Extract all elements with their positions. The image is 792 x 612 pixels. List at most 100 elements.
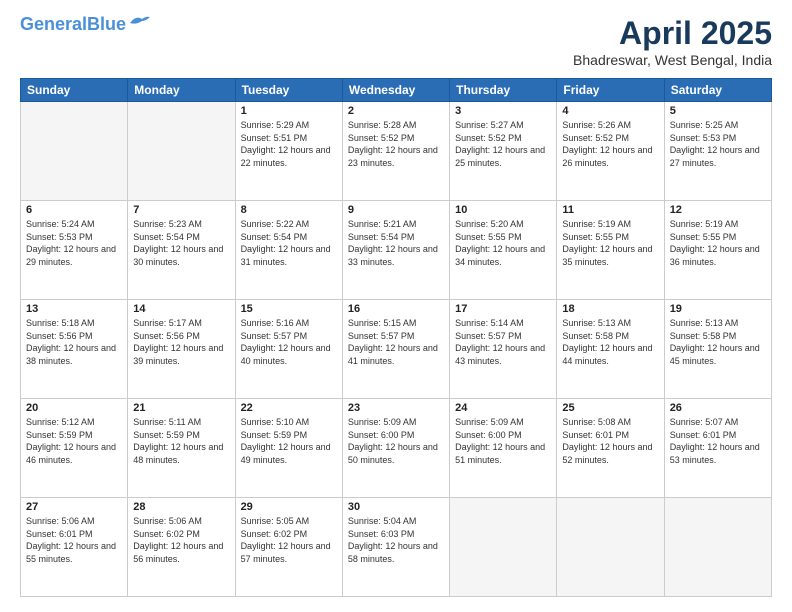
day-number: 19: [670, 303, 766, 315]
calendar-cell: 18 Sunrise: 5:13 AMSunset: 5:58 PMDayligh…: [557, 300, 664, 399]
calendar-cell: 12 Sunrise: 5:19 AMSunset: 5:55 PMDayligh…: [664, 201, 771, 300]
calendar-cell: 8 Sunrise: 5:22 AMSunset: 5:54 PMDaylight…: [235, 201, 342, 300]
cell-info: Sunrise: 5:10 AMSunset: 5:59 PMDaylight:…: [241, 416, 337, 466]
day-number: 13: [26, 303, 122, 315]
day-number: 4: [562, 105, 658, 117]
day-number: 22: [241, 402, 337, 414]
cell-info: Sunrise: 5:22 AMSunset: 5:54 PMDaylight:…: [241, 218, 337, 268]
calendar-cell: 30 Sunrise: 5:04 AMSunset: 6:03 PMDayligh…: [342, 498, 449, 597]
logo: GeneralBlue: [20, 15, 150, 35]
calendar-cell: 3Sunrise: 5:27 AMSunset: 5:52 PMDaylight…: [450, 102, 557, 201]
cell-info: Sunrise: 5:08 AMSunset: 6:01 PMDaylight:…: [562, 416, 658, 466]
day-header-saturday: Saturday: [664, 79, 771, 102]
calendar-cell: 26Sunrise: 5:07 AMSunset: 6:01 PMDayligh…: [664, 399, 771, 498]
day-header-wednesday: Wednesday: [342, 79, 449, 102]
calendar-cell: 15 Sunrise: 5:16 AMSunset: 5:57 PMDayligh…: [235, 300, 342, 399]
cell-info: Sunrise: 5:13 AMSunset: 5:58 PMDaylight:…: [670, 317, 766, 367]
day-number: 15: [241, 303, 337, 315]
day-number: 7: [133, 204, 229, 216]
day-number: 26: [670, 402, 766, 414]
cell-info: Sunrise: 5:09 AMSunset: 6:00 PMDaylight:…: [455, 416, 551, 466]
cell-info: Sunrise: 5:23 AMSunset: 5:54 PMDaylight:…: [133, 218, 229, 268]
day-number: 6: [26, 204, 122, 216]
cell-info: Sunrise: 5:11 AMSunset: 5:59 PMDaylight:…: [133, 416, 229, 466]
calendar-cell: 7 Sunrise: 5:23 AMSunset: 5:54 PMDaylight…: [128, 201, 235, 300]
day-number: 25: [562, 402, 658, 414]
day-number: 14: [133, 303, 229, 315]
calendar-cell: 9 Sunrise: 5:21 AMSunset: 5:54 PMDaylight…: [342, 201, 449, 300]
day-number: 18: [562, 303, 658, 315]
calendar-cell: 17Sunrise: 5:14 AMSunset: 5:57 PMDayligh…: [450, 300, 557, 399]
logo-bird-icon: [128, 15, 150, 29]
cell-info: Sunrise: 5:28 AMSunset: 5:52 PMDaylight:…: [348, 119, 444, 169]
day-number: 11: [562, 204, 658, 216]
calendar-cell: 2Sunrise: 5:28 AMSunset: 5:52 PMDaylight…: [342, 102, 449, 201]
calendar-cell: [557, 498, 664, 597]
calendar-cell: 14Sunrise: 5:17 AMSunset: 5:56 PMDayligh…: [128, 300, 235, 399]
logo-text: GeneralBlue: [20, 15, 126, 35]
cell-info: Sunrise: 5:18 AMSunset: 5:56 PMDaylight:…: [26, 317, 122, 367]
calendar-cell: 23Sunrise: 5:09 AMSunset: 6:00 PMDayligh…: [342, 399, 449, 498]
day-number: 8: [241, 204, 337, 216]
calendar-cell: 20 Sunrise: 5:12 AMSunset: 5:59 PMDayligh…: [21, 399, 128, 498]
day-number: 29: [241, 501, 337, 513]
week-row-5: 27Sunrise: 5:06 AMSunset: 6:01 PMDayligh…: [21, 498, 772, 597]
calendar-cell: 19 Sunrise: 5:13 AMSunset: 5:58 PMDayligh…: [664, 300, 771, 399]
cell-info: Sunrise: 5:21 AMSunset: 5:54 PMDaylight:…: [348, 218, 444, 268]
cell-info: Sunrise: 5:29 AMSunset: 5:51 PMDaylight:…: [241, 119, 337, 169]
cell-info: Sunrise: 5:24 AMSunset: 5:53 PMDaylight:…: [26, 218, 122, 268]
cell-info: Sunrise: 5:26 AMSunset: 5:52 PMDaylight:…: [562, 119, 658, 169]
page: GeneralBlue April 2025 Bhadreswar, West …: [0, 0, 792, 612]
day-number: 28: [133, 501, 229, 513]
cell-info: Sunrise: 5:19 AMSunset: 5:55 PMDaylight:…: [670, 218, 766, 268]
day-number: 20: [26, 402, 122, 414]
calendar-cell: [128, 102, 235, 201]
calendar-cell: 27Sunrise: 5:06 AMSunset: 6:01 PMDayligh…: [21, 498, 128, 597]
day-header-tuesday: Tuesday: [235, 79, 342, 102]
cell-info: Sunrise: 5:12 AMSunset: 5:59 PMDaylight:…: [26, 416, 122, 466]
day-header-monday: Monday: [128, 79, 235, 102]
calendar-table: SundayMondayTuesdayWednesdayThursdayFrid…: [20, 78, 772, 597]
day-number: 30: [348, 501, 444, 513]
cell-info: Sunrise: 5:13 AMSunset: 5:58 PMDaylight:…: [562, 317, 658, 367]
calendar-cell: 1 Sunrise: 5:29 AMSunset: 5:51 PMDaylight…: [235, 102, 342, 201]
calendar-cell: 5Sunrise: 5:25 AMSunset: 5:53 PMDaylight…: [664, 102, 771, 201]
calendar-cell: [450, 498, 557, 597]
cell-info: Sunrise: 5:20 AMSunset: 5:55 PMDaylight:…: [455, 218, 551, 268]
header: GeneralBlue April 2025 Bhadreswar, West …: [20, 15, 772, 68]
cell-info: Sunrise: 5:15 AMSunset: 5:57 PMDaylight:…: [348, 317, 444, 367]
week-row-2: 6 Sunrise: 5:24 AMSunset: 5:53 PMDaylight…: [21, 201, 772, 300]
day-number: 16: [348, 303, 444, 315]
calendar-cell: [664, 498, 771, 597]
title-block: April 2025 Bhadreswar, West Bengal, Indi…: [573, 15, 772, 68]
calendar-cell: 16 Sunrise: 5:15 AMSunset: 5:57 PMDayligh…: [342, 300, 449, 399]
calendar-cell: 11 Sunrise: 5:19 AMSunset: 5:55 PMDayligh…: [557, 201, 664, 300]
calendar-cell: 24Sunrise: 5:09 AMSunset: 6:00 PMDayligh…: [450, 399, 557, 498]
day-number: 12: [670, 204, 766, 216]
month-title: April 2025: [573, 15, 772, 52]
calendar-cell: 13 Sunrise: 5:18 AMSunset: 5:56 PMDayligh…: [21, 300, 128, 399]
day-number: 5: [670, 105, 766, 117]
day-header-thursday: Thursday: [450, 79, 557, 102]
calendar-cell: 10Sunrise: 5:20 AMSunset: 5:55 PMDayligh…: [450, 201, 557, 300]
cell-info: Sunrise: 5:27 AMSunset: 5:52 PMDaylight:…: [455, 119, 551, 169]
calendar-header-row: SundayMondayTuesdayWednesdayThursdayFrid…: [21, 79, 772, 102]
calendar-cell: 25 Sunrise: 5:08 AMSunset: 6:01 PMDayligh…: [557, 399, 664, 498]
calendar-cell: [21, 102, 128, 201]
calendar-cell: 4 Sunrise: 5:26 AMSunset: 5:52 PMDaylight…: [557, 102, 664, 201]
cell-info: Sunrise: 5:16 AMSunset: 5:57 PMDaylight:…: [241, 317, 337, 367]
cell-info: Sunrise: 5:06 AMSunset: 6:02 PMDaylight:…: [133, 515, 229, 565]
day-number: 1: [241, 105, 337, 117]
day-number: 9: [348, 204, 444, 216]
calendar-cell: 22 Sunrise: 5:10 AMSunset: 5:59 PMDayligh…: [235, 399, 342, 498]
cell-info: Sunrise: 5:06 AMSunset: 6:01 PMDaylight:…: [26, 515, 122, 565]
cell-info: Sunrise: 5:09 AMSunset: 6:00 PMDaylight:…: [348, 416, 444, 466]
cell-info: Sunrise: 5:19 AMSunset: 5:55 PMDaylight:…: [562, 218, 658, 268]
week-row-1: 1 Sunrise: 5:29 AMSunset: 5:51 PMDaylight…: [21, 102, 772, 201]
day-number: 17: [455, 303, 551, 315]
calendar-cell: 28 Sunrise: 5:06 AMSunset: 6:02 PMDayligh…: [128, 498, 235, 597]
cell-info: Sunrise: 5:04 AMSunset: 6:03 PMDaylight:…: [348, 515, 444, 565]
cell-info: Sunrise: 5:05 AMSunset: 6:02 PMDaylight:…: [241, 515, 337, 565]
day-number: 21: [133, 402, 229, 414]
week-row-3: 13 Sunrise: 5:18 AMSunset: 5:56 PMDayligh…: [21, 300, 772, 399]
